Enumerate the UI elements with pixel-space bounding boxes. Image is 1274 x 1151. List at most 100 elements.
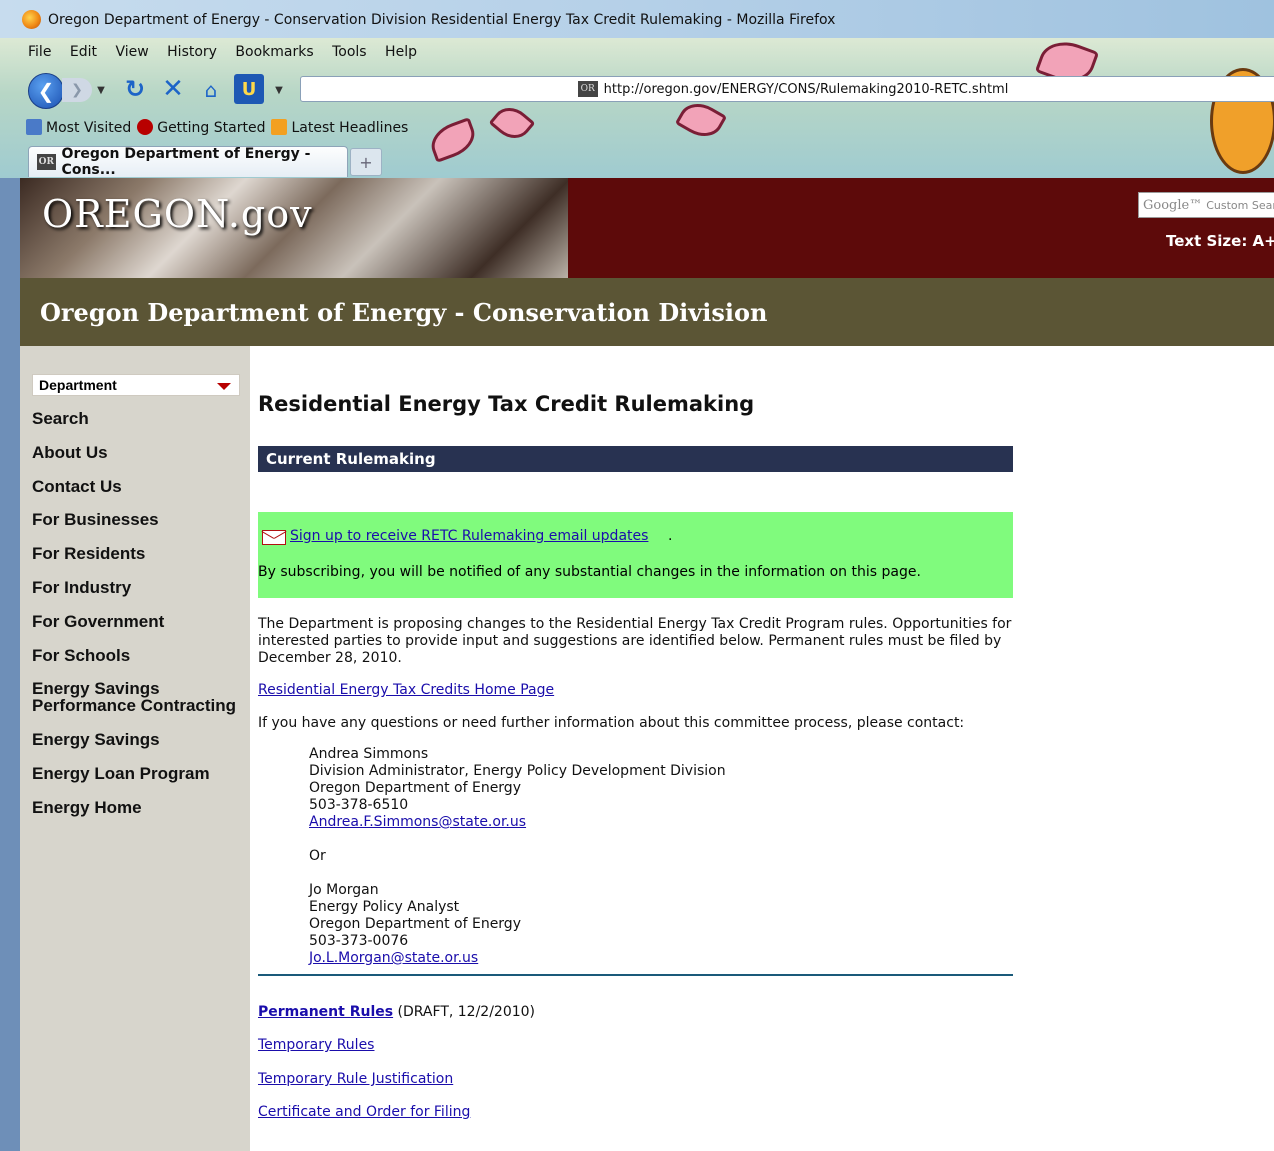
permanent-rules-link[interactable]: Permanent Rules xyxy=(258,1004,393,1020)
bookmark-getting-started[interactable]: Getting Started xyxy=(137,118,266,136)
sidebar-item-government[interactable]: For Government xyxy=(32,613,164,630)
extension-button[interactable]: U xyxy=(234,74,264,104)
sidebar-item-energy-home[interactable]: Energy Home xyxy=(32,799,142,816)
url-bar[interactable]: OR http://oregon.gov/ENERGY/CONS/Rulemak… xyxy=(300,76,1274,102)
reload-button[interactable]: ↻ xyxy=(120,74,150,104)
history-dropdown-button[interactable]: ▼ xyxy=(94,80,108,100)
forward-arrow-icon: ❯ xyxy=(71,82,83,98)
sidebar-item-schools[interactable]: For Schools xyxy=(32,647,130,664)
signup-period: . xyxy=(668,528,673,544)
menu-edit[interactable]: Edit xyxy=(70,44,97,60)
sidebar-item-performance-contracting[interactable]: Energy Savings Performance Contracting xyxy=(32,680,242,714)
signup-link[interactable]: Sign up to receive RETC Rulemaking email… xyxy=(290,528,648,544)
oregon-gov-logo[interactable]: OREGON.gov xyxy=(42,192,313,236)
contact-email-link[interactable]: Andrea.F.Simmons@state.or.us xyxy=(309,814,526,830)
contact-prompt: If you have any questions or need furthe… xyxy=(258,715,965,731)
retc-home-link[interactable]: Residential Energy Tax Credits Home Page xyxy=(258,682,554,699)
firefox-icon xyxy=(22,10,41,29)
google-logo: Google™ xyxy=(1143,197,1203,213)
department-select-value: Department xyxy=(39,377,117,393)
sidebar-item-energy-savings[interactable]: Energy Savings xyxy=(32,731,160,748)
permanent-rules-note: (DRAFT, 12/2/2010) xyxy=(393,1004,536,1020)
shield-icon: U xyxy=(241,78,257,100)
sidebar-item-industry[interactable]: For Industry xyxy=(32,579,131,596)
reload-icon: ↻ xyxy=(124,75,146,103)
page-title: Residential Energy Tax Credit Rulemaking xyxy=(258,392,755,416)
contact-org: Oregon Department of Energy xyxy=(309,780,521,796)
back-button[interactable]: ❮ xyxy=(28,73,64,109)
contact-phone: 503-373-0076 xyxy=(309,933,409,949)
menu-help[interactable]: Help xyxy=(385,44,417,60)
department-select[interactable]: Department xyxy=(32,374,240,396)
temporary-rules-link[interactable]: Temporary Rules xyxy=(258,1037,374,1054)
sidebar-item-contact-us[interactable]: Contact Us xyxy=(32,478,122,495)
site-banner: OREGON.gov Google™ Custom Sear Text Size… xyxy=(20,178,1274,278)
contact-phone: 503-378-6510 xyxy=(309,797,409,813)
intro-paragraph: The Department is proposing changes to t… xyxy=(258,616,1012,666)
sidebar: Department Search About Us Contact Us Fo… xyxy=(20,346,250,1151)
sidebar-item-search[interactable]: Search xyxy=(32,410,89,427)
sidebar-item-about-us[interactable]: About Us xyxy=(32,444,108,461)
back-arrow-icon: ❮ xyxy=(37,79,55,103)
sidebar-item-residents[interactable]: For Residents xyxy=(32,545,145,562)
contacts-block: Andrea Simmons Division Administrator, E… xyxy=(309,746,726,967)
text-size-control[interactable]: Text Size: A+ xyxy=(1166,232,1274,250)
most-visited-icon xyxy=(26,118,42,135)
contact-email-link[interactable]: Jo.L.Morgan@state.or.us xyxy=(309,950,478,966)
menu-history[interactable]: History xyxy=(167,44,217,60)
site-search-input[interactable]: Google™ Custom Sear xyxy=(1138,192,1274,218)
chevron-down-icon: ▼ xyxy=(275,84,283,96)
main-content: Residential Energy Tax Credit Rulemaking… xyxy=(258,346,1013,1151)
menu-view[interactable]: View xyxy=(115,44,148,60)
subscribe-notice: Sign up to receive RETC Rulemaking email… xyxy=(258,512,1013,598)
menu-file[interactable]: File xyxy=(28,44,51,60)
forward-button[interactable]: ❯ xyxy=(62,78,92,102)
new-tab-button[interactable]: + xyxy=(350,148,382,176)
tab-strip: OR Oregon Department of Energy - Cons...… xyxy=(28,146,1274,178)
temporary-rule-justification-link[interactable]: Temporary Rule Justification xyxy=(258,1071,453,1088)
sidebar-item-businesses[interactable]: For Businesses xyxy=(32,511,159,528)
site-favicon-icon: OR xyxy=(577,81,598,97)
menu-bookmarks[interactable]: Bookmarks xyxy=(235,44,313,60)
contact-org: Oregon Department of Energy xyxy=(309,916,521,932)
bookmarks-toolbar: Most Visited Getting Started Latest Head… xyxy=(26,116,408,138)
contact-title: Energy Policy Analyst xyxy=(309,899,460,915)
bookmark-label: Most Visited xyxy=(46,119,132,136)
tab-label: Oregon Department of Energy - Cons... xyxy=(61,146,311,178)
plus-icon: + xyxy=(359,152,373,172)
mail-icon xyxy=(262,530,286,545)
home-button[interactable]: ⌂ xyxy=(196,76,226,104)
menu-bar: File Edit View History Bookmarks Tools H… xyxy=(28,44,431,66)
contact-name: Jo Morgan xyxy=(309,882,379,898)
tab-oregon-energy[interactable]: OR Oregon Department of Energy - Cons... xyxy=(28,146,348,178)
subscribe-text: By subscribing, you will be notified of … xyxy=(258,564,921,580)
rss-feed-icon xyxy=(271,118,288,135)
bookmark-most-visited[interactable]: Most Visited xyxy=(26,118,132,136)
chevron-down-icon xyxy=(217,383,231,390)
permanent-rules-line: Permanent Rules (DRAFT, 12/2/2010) xyxy=(258,1004,535,1021)
menu-tools[interactable]: Tools xyxy=(332,44,367,60)
stop-icon: ✕ xyxy=(162,74,184,104)
url-text[interactable]: http://oregon.gov/ENERGY/CONS/Rulemaking… xyxy=(604,82,1009,97)
extension-dropdown-button[interactable]: ▼ xyxy=(272,80,286,100)
bookmark-latest-headlines[interactable]: Latest Headlines xyxy=(271,118,409,136)
division-title: Oregon Department of Energy - Conservati… xyxy=(40,297,768,327)
bookmark-label: Getting Started xyxy=(157,119,266,136)
certificate-order-link[interactable]: Certificate and Order for Filing xyxy=(258,1104,470,1121)
contact-name: Andrea Simmons xyxy=(309,746,429,762)
chevron-down-icon: ▼ xyxy=(97,84,105,96)
stop-button[interactable]: ✕ xyxy=(158,74,188,104)
web-page: OREGON.gov Google™ Custom Sear Text Size… xyxy=(20,178,1274,1151)
division-header: Oregon Department of Energy - Conservati… xyxy=(20,278,1274,346)
site-favicon-icon: OR xyxy=(37,154,56,170)
sidebar-item-energy-loan[interactable]: Energy Loan Program xyxy=(32,765,210,782)
bookmark-label: Latest Headlines xyxy=(291,119,409,136)
or-separator: Or xyxy=(309,848,326,864)
contact-title: Division Administrator, Energy Policy De… xyxy=(309,763,726,779)
search-placeholder: Custom Sear xyxy=(1206,198,1274,212)
home-icon: ⌂ xyxy=(204,78,218,102)
section-divider xyxy=(258,974,1013,976)
getting-started-icon xyxy=(137,118,154,135)
navigation-toolbar: ❮ ❯ ▼ ↻ ✕ ⌂ U ▼ OR http://oregon.gov/ENE… xyxy=(28,70,1274,109)
section-heading: Current Rulemaking xyxy=(258,446,1013,472)
